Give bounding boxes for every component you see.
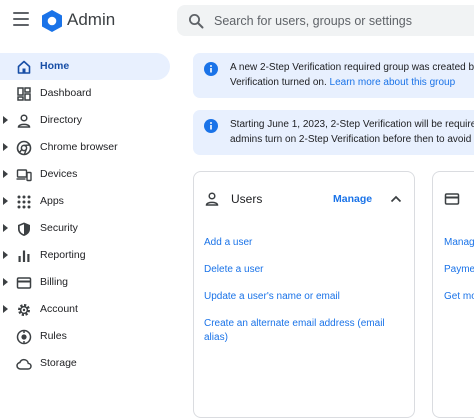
devices-icon (16, 167, 32, 183)
sidebar-item-account[interactable]: Account (0, 296, 170, 323)
hamburger-menu-icon[interactable] (13, 12, 29, 26)
sidebar-item-storage[interactable]: Storage (0, 350, 170, 377)
create-alternate-email-link-line2[interactable]: alias) (204, 331, 228, 345)
sidebar-item-chrome-browser[interactable]: Chrome browser (0, 134, 170, 161)
sidebar-item-label: Devices (40, 168, 77, 180)
person-icon (16, 113, 32, 129)
update-user-name-link[interactable]: Update a user's name or email (204, 290, 340, 304)
sidebar-item-home[interactable]: Home (0, 53, 170, 80)
sidebar-item-label: Reporting (40, 249, 86, 261)
chrome-icon (16, 140, 32, 156)
expand-arrow-icon[interactable] (3, 116, 8, 124)
admin-logo-icon (41, 9, 63, 33)
banner-message: A new 2-Step Verification required group… (230, 60, 474, 76)
expand-arrow-icon[interactable] (3, 305, 8, 313)
app-title: Admin (67, 10, 115, 30)
sidebar-item-billing[interactable]: Billing (0, 269, 170, 296)
search-bar[interactable] (177, 5, 474, 36)
top-bar: Admin (0, 0, 474, 42)
sidebar-item-label: Account (40, 303, 78, 315)
credit-card-icon (444, 191, 460, 207)
sidebar-item-security[interactable]: Security (0, 215, 170, 242)
expand-arrow-icon[interactable] (3, 170, 8, 178)
billing-card: Manag Payme Get mo (432, 171, 474, 418)
info-icon (204, 62, 218, 76)
sidebar-item-label: Security (40, 222, 78, 234)
person-icon (204, 191, 220, 207)
bar-chart-icon (16, 248, 32, 264)
sidebar-item-reporting[interactable]: Reporting (0, 242, 170, 269)
info-banner-2sv-group: A new 2-Step Verification required group… (193, 53, 474, 98)
apps-grid-icon (16, 194, 32, 210)
search-input[interactable] (214, 5, 474, 36)
dashboard-icon (16, 86, 32, 102)
expand-arrow-icon[interactable] (3, 143, 8, 151)
sidebar-item-label: Apps (40, 195, 64, 207)
credit-card-icon (16, 275, 32, 291)
expand-arrow-icon[interactable] (3, 224, 8, 232)
shield-icon (16, 221, 32, 237)
sidebar-item-rules[interactable]: Rules (0, 323, 170, 350)
sidebar-item-devices[interactable]: Devices (0, 161, 170, 188)
chevron-up-icon[interactable] (390, 195, 402, 203)
users-card: Users Manage Add a user Delete a user Up… (193, 171, 415, 418)
cloud-icon (16, 356, 32, 372)
card-title: Users (231, 192, 262, 206)
sidebar-item-label: Home (40, 60, 69, 72)
payment-link[interactable]: Payme (444, 263, 474, 277)
info-icon (204, 119, 218, 133)
manage-users-link[interactable]: Manage (333, 193, 372, 205)
info-banner-2sv-required: Starting June 1, 2023, 2-Step Verificati… (193, 110, 474, 155)
sidebar-item-apps[interactable]: Apps (0, 188, 170, 215)
get-more-link[interactable]: Get mo (444, 290, 474, 304)
banner-message: Starting June 1, 2023, 2-Step Verificati… (230, 117, 474, 133)
learn-more-link[interactable]: Learn more about this group (330, 77, 456, 88)
banner-message-line2: admins turn on 2-Step Verification befor… (230, 132, 474, 148)
add-user-link[interactable]: Add a user (204, 236, 252, 250)
manage-billing-link[interactable]: Manag (444, 236, 474, 250)
banner-text: Verification turned on. (230, 77, 330, 88)
delete-user-link[interactable]: Delete a user (204, 263, 263, 277)
search-icon[interactable] (188, 13, 204, 29)
sidebar-item-dashboard[interactable]: Dashboard (0, 80, 170, 107)
sidebar-item-label: Storage (40, 357, 77, 369)
home-icon (16, 59, 32, 75)
sidebar-item-label: Directory (40, 114, 82, 126)
sidebar-item-directory[interactable]: Directory (0, 107, 170, 134)
sidebar-item-label: Billing (40, 276, 68, 288)
create-alternate-email-link[interactable]: Create an alternate email address (email (204, 317, 385, 331)
sidebar-item-label: Dashboard (40, 87, 91, 99)
expand-arrow-icon[interactable] (3, 278, 8, 286)
sidebar-item-label: Chrome browser (40, 141, 118, 153)
rules-icon (16, 329, 32, 345)
expand-arrow-icon[interactable] (3, 251, 8, 259)
sidebar-item-label: Rules (40, 330, 67, 342)
expand-arrow-icon[interactable] (3, 197, 8, 205)
banner-message-line2: Verification turned on. Learn more about… (230, 75, 455, 91)
gear-icon (16, 302, 32, 318)
